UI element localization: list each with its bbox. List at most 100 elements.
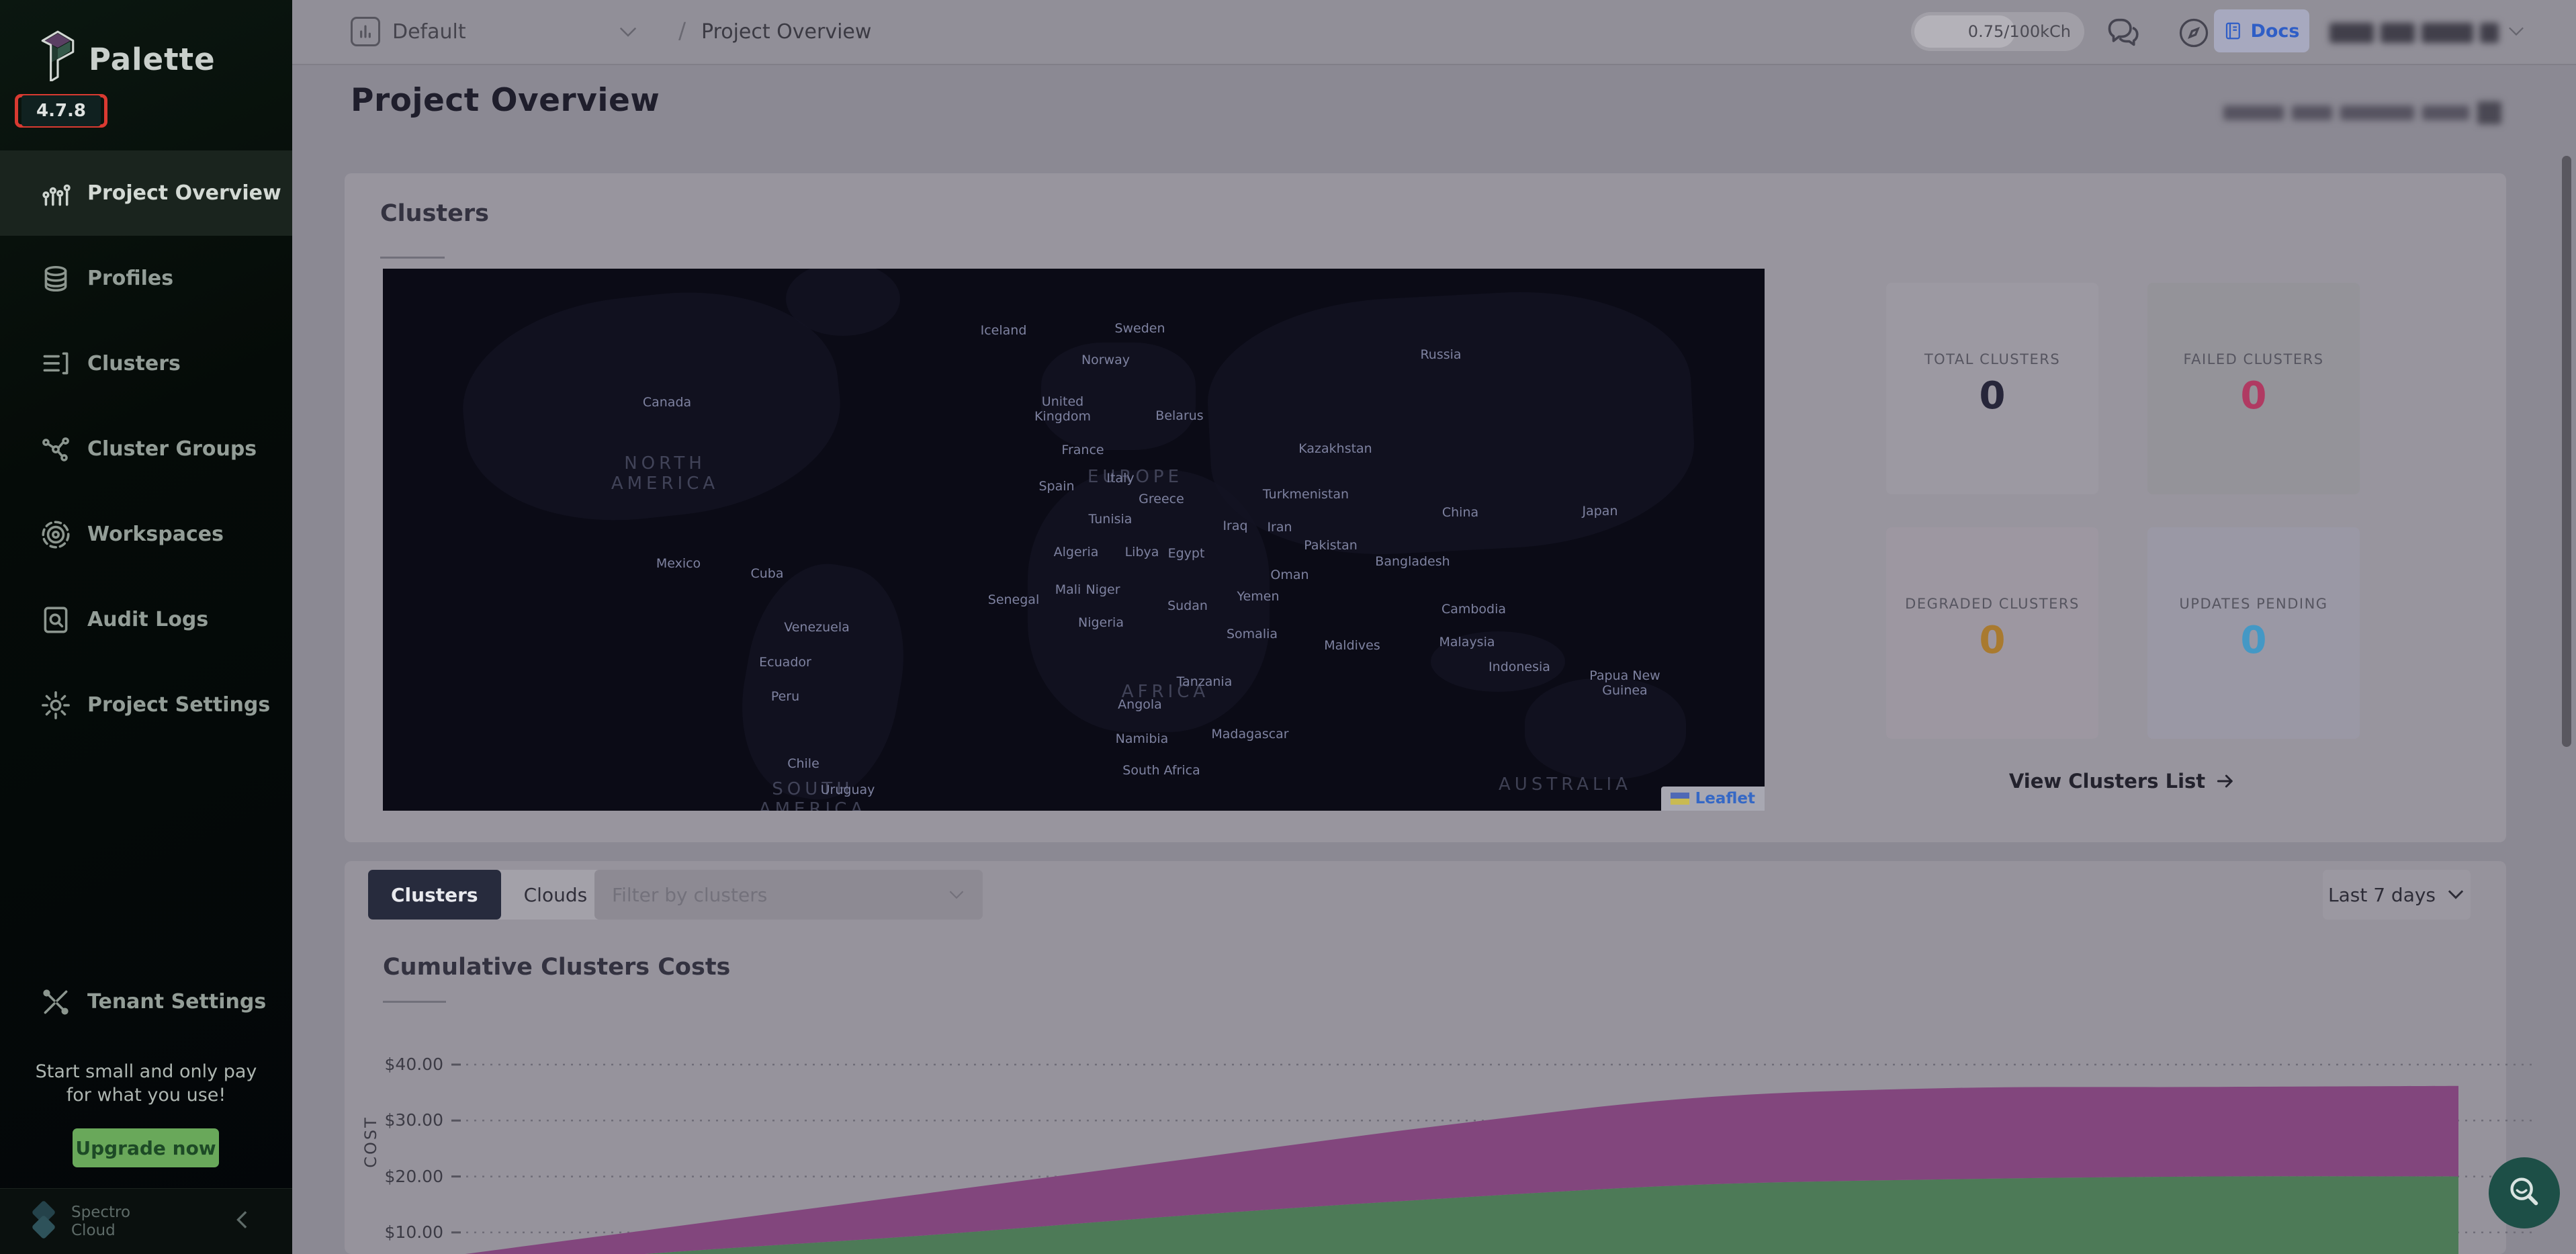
map-country-label: Turkmenistan: [1263, 487, 1349, 502]
support-search-fab[interactable]: [2489, 1157, 2560, 1228]
stat-label: DEGRADED CLUSTERS: [1886, 596, 2098, 612]
docs-label: Docs: [2250, 21, 2299, 42]
stat-label: TOTAL CLUSTERS: [1886, 351, 2098, 367]
map-country-label: Tunisia: [1089, 512, 1132, 527]
user-menu-redacted[interactable]: [2329, 19, 2499, 47]
workspaces-rings-icon: [39, 518, 73, 551]
map-country-label: Ecuador: [759, 655, 811, 670]
map-country-label: Iran: [1267, 520, 1292, 535]
map-country-label: Tanzania: [1177, 674, 1233, 689]
view-clusters-list-label: View Clusters List: [2009, 770, 2205, 793]
filter-placeholder: Filter by clusters: [612, 884, 767, 906]
breadcrumb-current[interactable]: Project Overview: [701, 20, 871, 44]
palette-logo-icon[interactable]: [38, 28, 77, 81]
stat-card-updates-pending: UPDATES PENDING 0: [2147, 527, 2360, 739]
map-country-label: Chile: [787, 756, 819, 771]
brand-text: Spectro Cloud: [71, 1204, 130, 1240]
world-map[interactable]: Leaflet NORTH AMERICAEUROPEAFRICASOUTH A…: [383, 269, 1765, 811]
stat-label: UPDATES PENDING: [2147, 596, 2360, 612]
project-selector[interactable]: Default: [392, 20, 466, 44]
stat-card-total-clusters: TOTAL CLUSTERS 0: [1886, 283, 2098, 494]
map-country-label: Cuba: [750, 566, 783, 581]
audit-logs-icon: [39, 603, 73, 637]
map-country-label: Japan: [1583, 504, 1618, 519]
sidebar-item-workspaces[interactable]: Workspaces: [0, 492, 292, 577]
chart-title: Cumulative Clusters Costs: [383, 954, 730, 981]
header-info-redacted: [2223, 99, 2546, 126]
sidebar-item-profiles[interactable]: Profiles: [0, 236, 292, 321]
sidebar-item-label: Workspaces: [87, 523, 224, 546]
sidebar-item-label: Project Overview: [87, 181, 281, 205]
map-country-label: Algeria: [1054, 545, 1099, 559]
logo-text: Palette: [89, 42, 216, 77]
map-country-label: South Africa: [1122, 763, 1200, 778]
map-country-label: Bangladesh: [1375, 554, 1450, 569]
map-country-label: Namibia: [1116, 731, 1169, 746]
map-country-label: Yemen: [1237, 589, 1279, 604]
map-country-label: Sweden: [1114, 321, 1165, 336]
map-country-label: Uruguay: [821, 782, 875, 797]
map-country-label: Norway: [1081, 353, 1130, 367]
sidebar-item-audit-logs[interactable]: Audit Logs: [0, 577, 292, 662]
sidebar-item-project-settings[interactable]: Project Settings: [0, 662, 292, 748]
stat-label: FAILED CLUSTERS: [2147, 351, 2360, 367]
map-country-label: Papua New Guinea: [1581, 668, 1669, 698]
upgrade-now-button[interactable]: Upgrade now: [73, 1128, 219, 1167]
map-country-label: Madagascar: [1211, 727, 1288, 742]
scrollbar-thumb[interactable]: [2562, 156, 2571, 747]
map-country-label: Belarus: [1155, 408, 1203, 423]
chevron-down-icon[interactable]: [618, 26, 638, 39]
map-country-label: Pakistan: [1304, 538, 1358, 553]
breadcrumb-separator: /: [678, 17, 686, 44]
map-country-label: Niger: [1085, 582, 1120, 597]
map-country-label: France: [1061, 443, 1104, 457]
tenant-settings-tools-icon: [39, 985, 73, 1019]
overview-chart-icon: [39, 177, 73, 210]
tab-clouds[interactable]: Clouds: [501, 870, 611, 920]
sidebar-item-label: Clusters: [87, 352, 181, 375]
tab-clusters[interactable]: Clusters: [368, 870, 501, 920]
sidebar-item-tenant-settings[interactable]: Tenant Settings: [0, 959, 292, 1044]
map-country-label: Mali: [1055, 582, 1081, 597]
stat-value: 0: [1886, 374, 2098, 418]
user-chevron-down-icon[interactable]: [2507, 26, 2526, 38]
map-country-label: Spain: [1038, 479, 1074, 494]
sidebar-item-label: Profiles: [87, 267, 173, 290]
sidebar-item-label: Cluster Groups: [87, 437, 257, 461]
y-axis-tick-label: $40.00: [343, 1055, 443, 1074]
y-axis-tick-label: $20.00: [343, 1167, 443, 1186]
title-rule: [383, 1001, 446, 1003]
magnifier-smile-icon: [2503, 1172, 2545, 1214]
map-country-label: Iraq: [1223, 519, 1247, 533]
stat-value: 0: [2147, 619, 2360, 662]
chevron-down-icon: [948, 889, 965, 901]
sidebar-nav-bottom: Tenant Settings: [0, 959, 292, 1044]
sidebar-item-cluster-groups[interactable]: Cluster Groups: [0, 406, 292, 492]
map-attribution-label[interactable]: Leaflet: [1695, 790, 1755, 807]
sidebar-item-label: Project Settings: [87, 693, 270, 717]
cluster-groups-nodes-icon: [39, 433, 73, 466]
chat-icon[interactable]: [2104, 13, 2143, 52]
docs-button[interactable]: Docs: [2214, 9, 2309, 52]
filter-by-clusters-dropdown[interactable]: Filter by clusters: [594, 870, 983, 920]
map-country-label: Italy: [1106, 471, 1134, 486]
landmass-south-america: [726, 553, 919, 811]
map-country-label: Cambodia: [1441, 602, 1506, 617]
scope-tabs: ClustersClouds: [368, 870, 610, 920]
map-attribution[interactable]: Leaflet: [1661, 787, 1765, 811]
date-range-dropdown[interactable]: Last 7 days: [2323, 870, 2471, 920]
collapse-sidebar-chevron-left-icon[interactable]: [230, 1206, 257, 1233]
map-country-label: Peru: [771, 689, 799, 704]
map-country-label: Greece: [1139, 492, 1184, 506]
project-settings-gear-icon: [39, 688, 73, 722]
project-scope-icon: [351, 17, 380, 46]
map-country-label: Sudan: [1167, 598, 1208, 613]
upgrade-promo-text: Start small and only pay for what you us…: [0, 1060, 292, 1107]
help-compass-icon[interactable]: [2176, 15, 2211, 50]
map-country-label: Nigeria: [1078, 615, 1124, 630]
view-clusters-list-link[interactable]: View Clusters List: [1886, 770, 2359, 793]
sidebar-nav: Project Overview Profiles Clusters Cluster …: [0, 150, 292, 748]
map-country-label: Senegal: [988, 592, 1039, 607]
sidebar-item-project-overview[interactable]: Project Overview: [0, 150, 292, 236]
sidebar-item-clusters[interactable]: Clusters: [0, 321, 292, 406]
